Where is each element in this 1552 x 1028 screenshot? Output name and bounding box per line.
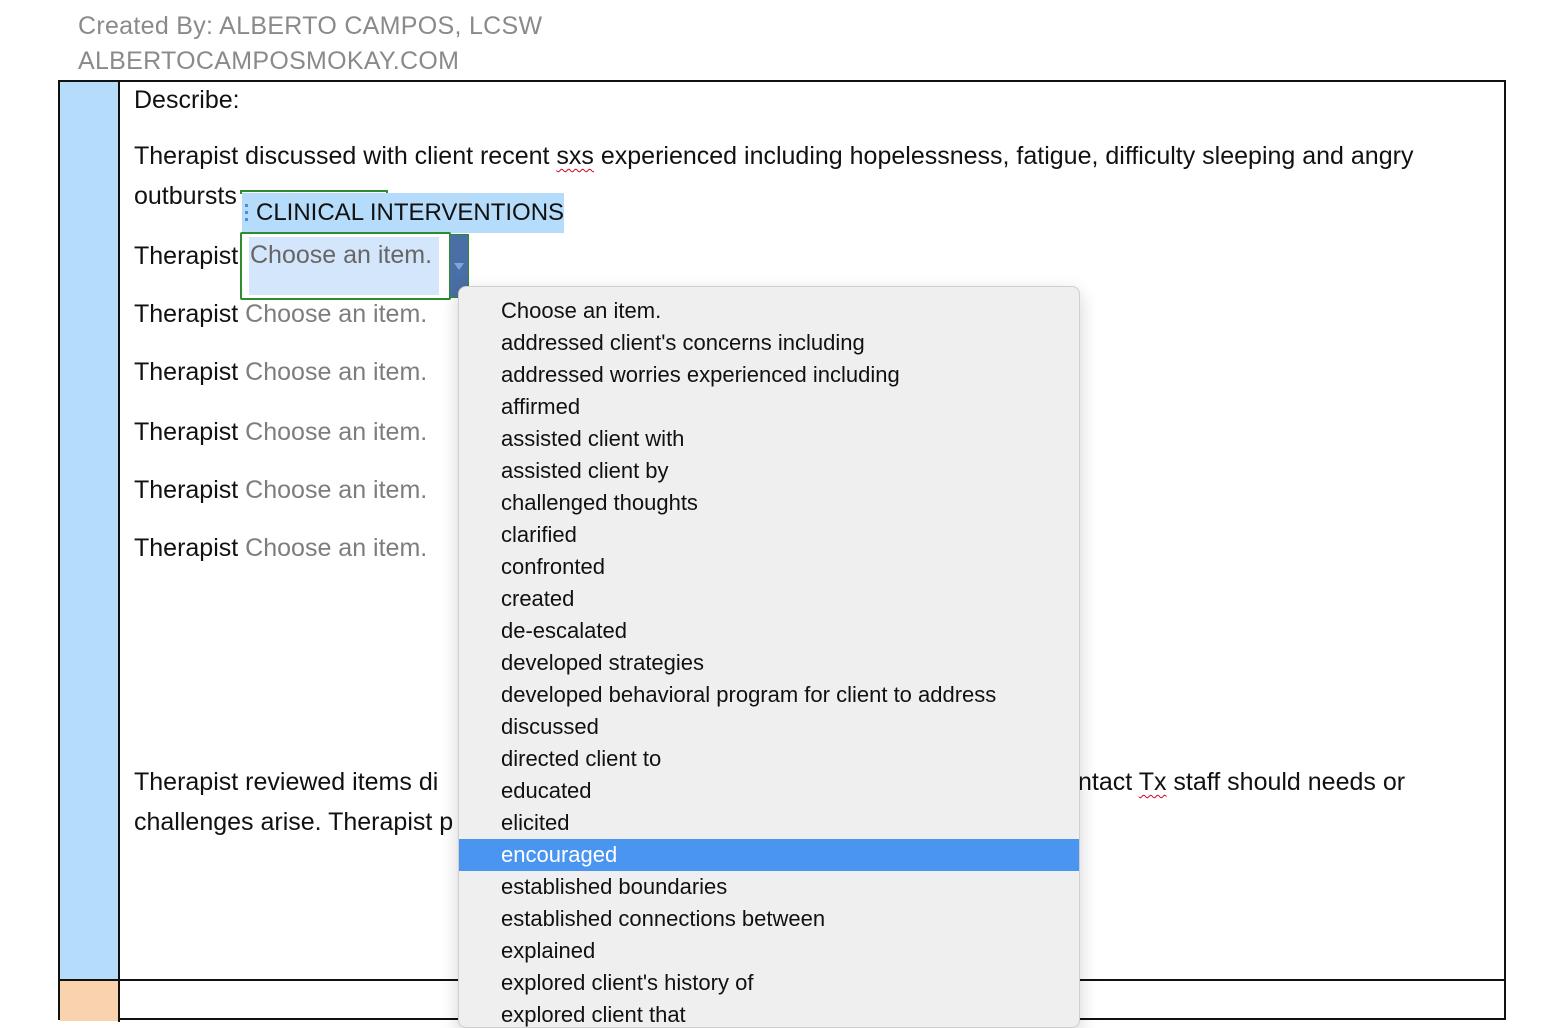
dropdown-option[interactable]: explored client's history of (459, 967, 1079, 999)
therapist-label: Therapist (134, 358, 239, 386)
choose-item-placeholder[interactable]: Choose an item. (245, 418, 427, 446)
misspelled-word-sxs[interactable]: sxs (556, 142, 594, 170)
dropdown-option[interactable]: explained (459, 935, 1079, 967)
dropdown-option[interactable]: developed strategies (459, 647, 1079, 679)
therapist-label: Therapist (134, 476, 239, 504)
therapist-row-3[interactable]: Therapist Choose an item. (134, 358, 427, 387)
dropdown-option[interactable]: educated (459, 775, 1079, 807)
dropdown-option[interactable]: clarified (459, 519, 1079, 551)
paragraph-review-start: Therapist reviewed items di (134, 768, 439, 796)
content-control-value[interactable]: Choose an item. (250, 241, 432, 270)
paragraph-symptoms-line2: outbursts (134, 182, 237, 210)
dropdown-list: Choose an item. addressed client's concer… (459, 287, 1079, 1027)
column-divider (118, 82, 120, 1022)
choose-item-placeholder[interactable]: Choose an item. (245, 358, 427, 386)
dropdown-option[interactable]: affirmed (459, 391, 1079, 423)
dropdown-option[interactable]: established connections between (459, 903, 1079, 935)
choose-item-placeholder[interactable]: Choose an item. (245, 476, 427, 504)
dropdown-option[interactable]: created (459, 583, 1079, 615)
dropdown-option[interactable]: directed client to (459, 743, 1079, 775)
paragraph-review-end: ntact Tx staff should needs or (1078, 768, 1405, 797)
describe-label: Describe: (134, 86, 240, 114)
dropdown-option[interactable]: assisted client with (459, 423, 1079, 455)
dropdown-option[interactable]: addressed worries experienced including (459, 359, 1079, 391)
dropdown-option[interactable]: addressed client's concerns including (459, 327, 1079, 359)
therapist-label: Therapist (134, 534, 239, 562)
side-color-bar-orange (60, 981, 118, 1021)
chevron-down-icon (454, 263, 464, 270)
dropdown-option[interactable]: discussed (459, 711, 1079, 743)
paragraph-symptoms-part2: experienced including hopelessness, fati… (593, 142, 1414, 170)
therapist-label: Therapist (134, 300, 239, 328)
paragraph-symptoms[interactable]: Therapist discussed with client recent s… (134, 142, 1413, 171)
therapist-row-5[interactable]: Therapist Choose an item. (134, 476, 427, 505)
paragraph-review-part: ntact (1078, 768, 1139, 796)
drag-handle-icon[interactable] (244, 200, 250, 226)
dropdown-option[interactable]: Choose an item. (459, 295, 1079, 327)
therapist-row-4[interactable]: Therapist Choose an item. (134, 418, 427, 447)
dropdown-option[interactable]: confronted (459, 551, 1079, 583)
content-control-title[interactable]: CLINICAL INTERVENTIONS (242, 193, 564, 233)
therapist-row-2[interactable]: Therapist Choose an item. (134, 300, 427, 329)
dropdown-option[interactable]: challenged thoughts (459, 487, 1079, 519)
paragraph-review-part: staff should needs or (1166, 768, 1406, 796)
dropdown-option[interactable]: developed behavioral program for client … (459, 679, 1079, 711)
dropdown-option[interactable]: de-escalated (459, 615, 1079, 647)
misspelled-word-tx[interactable]: Tx (1139, 768, 1167, 796)
side-color-bar-blue (60, 82, 118, 980)
created-by-text: Created By: ALBERTO CAMPOS, LCSW (78, 12, 543, 40)
choose-item-placeholder[interactable]: Choose an item. (245, 534, 427, 562)
therapist-row-6[interactable]: Therapist Choose an item. (134, 534, 427, 563)
dropdown-option[interactable]: established boundaries (459, 871, 1079, 903)
dropdown-option[interactable]: elicited (459, 807, 1079, 839)
dropdown-option[interactable]: encouraged (459, 839, 1079, 871)
therapist-label-1: Therapist (134, 242, 239, 270)
paragraph-review-line2: challenges arise. Therapist p (134, 808, 454, 836)
paragraph-symptoms-part1: Therapist discussed with client recent (134, 142, 557, 170)
dropdown-option[interactable]: explored client that (459, 999, 1079, 1027)
website-text: ALBERTOCAMPOSMOKAY.COM (78, 47, 460, 75)
therapist-label: Therapist (134, 418, 239, 446)
dropdown-option[interactable]: assisted client by (459, 455, 1079, 487)
dropdown-menu[interactable]: Choose an item. addressed client's concer… (458, 286, 1080, 1028)
choose-item-placeholder[interactable]: Choose an item. (245, 300, 427, 328)
